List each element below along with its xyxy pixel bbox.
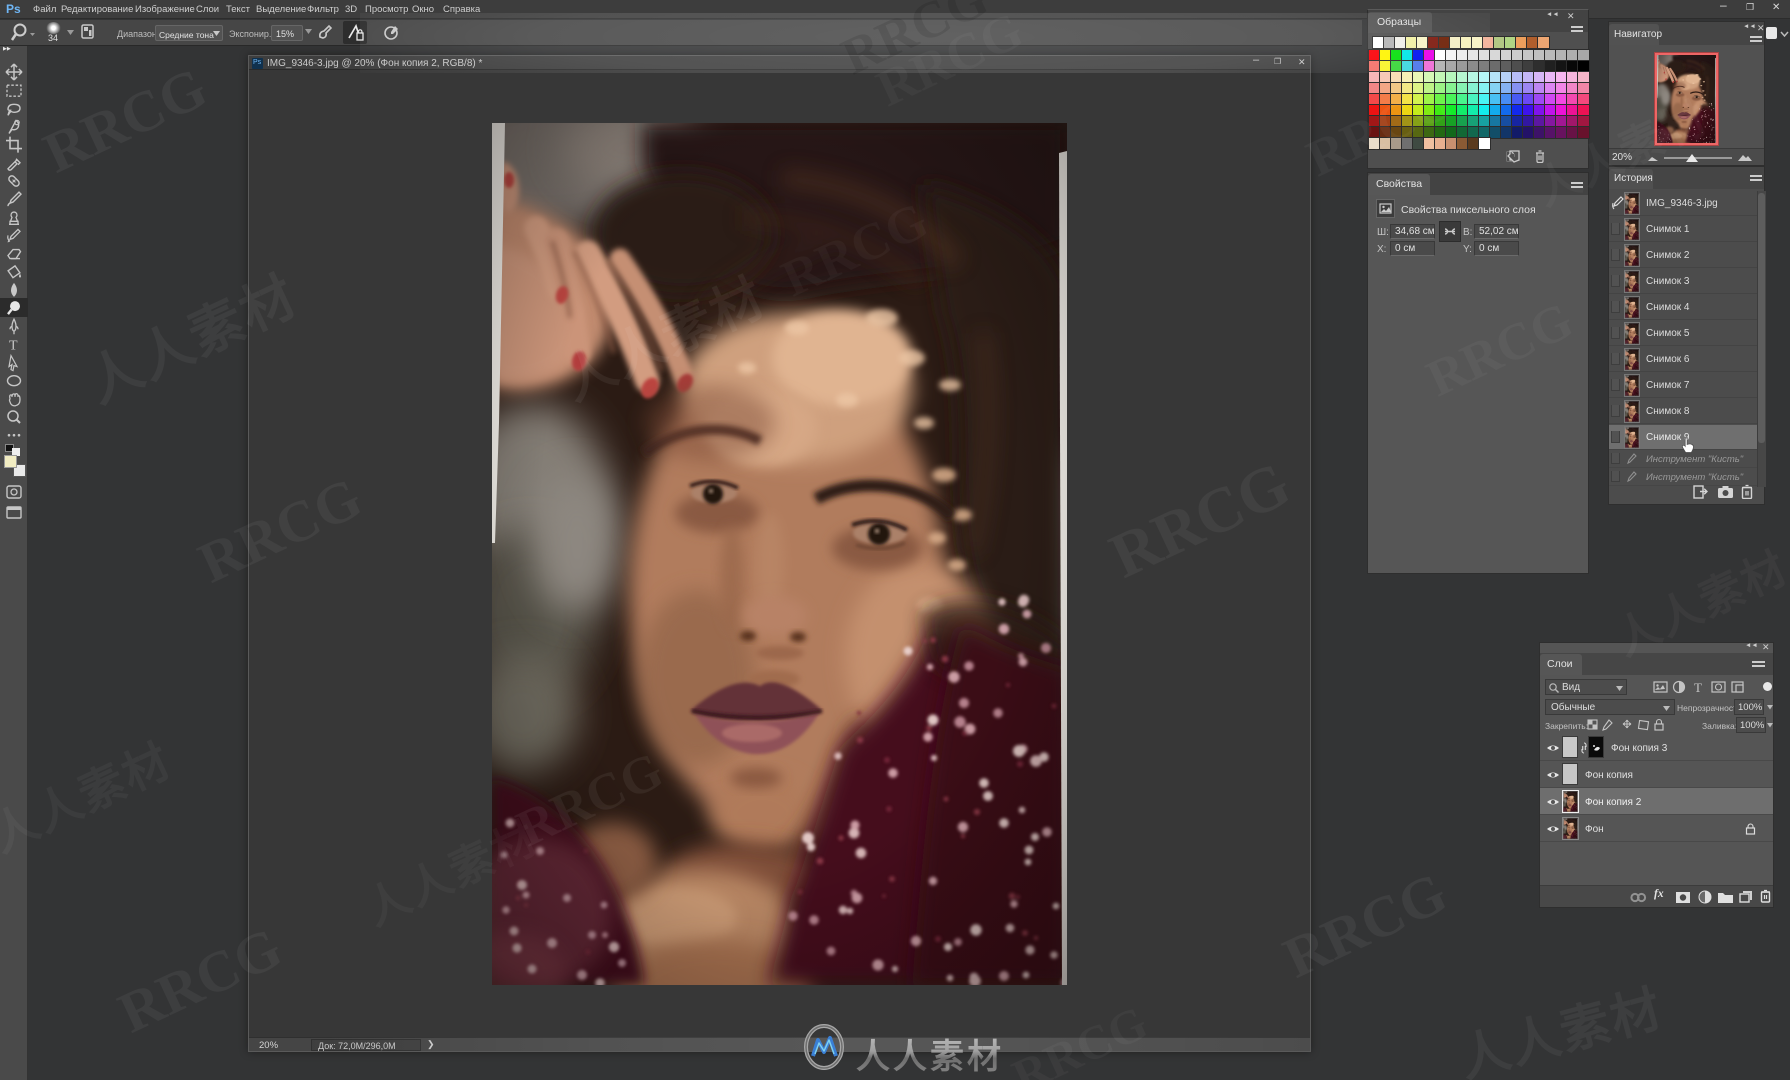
svg-text:T: T: [9, 338, 18, 353]
svg-text:T: T: [1694, 680, 1702, 695]
